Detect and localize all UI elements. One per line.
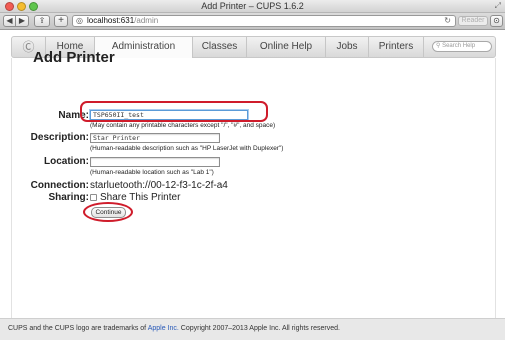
name-hint: (May contain any printable characters ex…	[90, 122, 276, 129]
location-hint: (Human-readable location such as "Lab 1"…	[90, 169, 214, 176]
apple-link[interactable]: Apple Inc.	[148, 325, 179, 332]
address-bar[interactable]: ◎ localhost:631/admin ↻	[72, 15, 456, 27]
forward-button[interactable]: ▶	[16, 15, 29, 27]
share-printer-checkbox[interactable]	[90, 194, 97, 201]
description-hint: (Human-readable description such as "HP …	[90, 145, 284, 152]
nav-online-help[interactable]: Online Help	[247, 37, 326, 57]
download-icon: ⊙	[493, 16, 500, 25]
continue-button-highlight	[83, 202, 133, 222]
connection-label: Connection:	[30, 180, 89, 191]
page-title: Add Printer	[33, 49, 115, 66]
reader-button[interactable]: Reader	[458, 16, 488, 26]
share-icon: ⇪	[38, 16, 46, 25]
search-icon: ⚲	[436, 43, 441, 49]
globe-icon: ◎	[76, 16, 83, 25]
reload-icon[interactable]: ↻	[444, 16, 451, 26]
url-host: localhost:631	[87, 16, 135, 25]
window-title: Add Printer – CUPS 1.6.2	[201, 1, 304, 11]
search-placeholder: Search Help	[442, 43, 476, 49]
title-bar: Add Printer – CUPS 1.6.2 ⤢	[0, 0, 505, 13]
page-footer: CUPS and the CUPS logo are trademarks of…	[0, 318, 505, 340]
location-field[interactable]	[90, 157, 220, 167]
fullscreen-icon[interactable]: ⤢	[495, 1, 501, 11]
nav-classes[interactable]: Classes	[193, 37, 247, 57]
share-button[interactable]: ⇪	[34, 15, 50, 27]
browser-toolbar: ◀ ▶ ⇪ + ◎ localhost:631/admin ↻ Reader ⊙	[0, 13, 505, 30]
new-tab-button[interactable]: +	[54, 15, 68, 27]
url-path: /admin	[134, 16, 159, 25]
description-label: Description:	[30, 132, 89, 143]
description-field[interactable]: Star Printer	[90, 133, 220, 143]
footer-prefix: CUPS and the CUPS logo are trademarks of	[8, 325, 148, 332]
connection-value: starluetooth://00-12-f3-1c-2f-a4	[90, 180, 228, 191]
footer-suffix: Copyright 2007–2013 Apple Inc. All right…	[178, 325, 340, 332]
downloads-button[interactable]: ⊙	[490, 15, 503, 27]
forward-arrow-icon: ▶	[18, 16, 26, 25]
name-field-highlight	[80, 101, 268, 122]
location-label: Location:	[44, 156, 89, 167]
back-button[interactable]: ◀	[3, 15, 16, 27]
search-help-input[interactable]: ⚲ Search Help	[432, 41, 492, 52]
sharing-label: Sharing:	[48, 192, 89, 203]
nav-jobs[interactable]: Jobs	[326, 37, 369, 57]
nav-printers[interactable]: Printers	[369, 37, 424, 57]
back-arrow-icon: ◀	[6, 16, 13, 25]
